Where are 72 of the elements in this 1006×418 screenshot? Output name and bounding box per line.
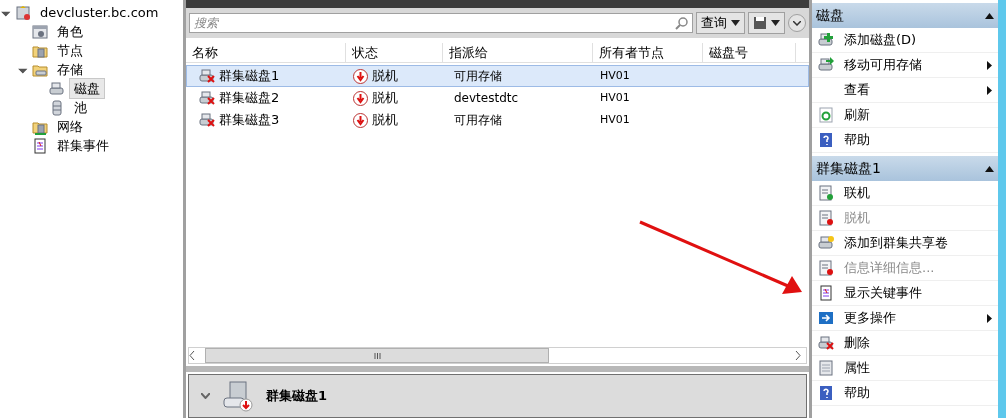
- caret-icon: [771, 20, 780, 26]
- log-icon: [32, 137, 48, 154]
- action-item[interactable]: 添加到群集共享卷: [812, 231, 998, 256]
- table-cell-text: HV01: [599, 89, 631, 106]
- action-item[interactable]: 更多操作: [812, 306, 998, 331]
- column-header[interactable]: 名称: [186, 43, 346, 62]
- document-icon: [818, 185, 834, 201]
- save-button[interactable]: [748, 12, 785, 34]
- table-cell-text: 群集磁盘3: [219, 111, 280, 130]
- collapse-icon[interactable]: [985, 165, 994, 172]
- table-cell-text: devtestdtc: [453, 90, 520, 107]
- database-icon: [49, 99, 65, 116]
- table-row[interactable]: 群集磁盘1 脱机 可用存储 HV01: [186, 65, 809, 87]
- window-icon: [32, 23, 48, 40]
- help-icon: [818, 132, 834, 148]
- expand-button[interactable]: [788, 14, 806, 32]
- disk-delete-icon: [818, 335, 834, 351]
- offline-icon: [353, 68, 368, 84]
- column-header[interactable]: 磁盘号: [703, 43, 796, 62]
- search-field[interactable]: 搜索: [189, 13, 693, 33]
- tree-item[interactable]: 磁盘: [69, 77, 105, 100]
- section-header[interactable]: 群集磁盘1: [812, 156, 998, 181]
- table-row[interactable]: 群集磁盘3 脱机 可用存储 HV01: [186, 109, 809, 131]
- scroll-left-icon[interactable]: [189, 351, 195, 360]
- action-item[interactable]: 帮助: [812, 128, 998, 153]
- query-button[interactable]: 查询: [696, 12, 745, 34]
- chevron-icon[interactable]: [201, 393, 210, 399]
- help-icon: [818, 385, 834, 401]
- table-cell-text: 脱机: [372, 111, 398, 130]
- action-item[interactable]: 联机: [812, 181, 998, 206]
- offline-icon: [353, 90, 368, 106]
- server-disk-icon: [222, 380, 254, 412]
- column-header[interactable]: 所有者节点: [593, 43, 703, 62]
- offline-icon: [353, 112, 368, 128]
- section-header[interactable]: 磁盘: [812, 3, 998, 28]
- detail-title: 群集磁盘1: [266, 387, 328, 406]
- disk-plus-icon: [818, 32, 834, 48]
- disk-star-icon: [818, 235, 834, 251]
- action-item[interactable]: 添加磁盘(D): [812, 28, 998, 53]
- action-item[interactable]: 帮助: [812, 381, 998, 406]
- table-cell-text: HV01: [599, 111, 631, 128]
- document-icon: [818, 210, 834, 226]
- action-item[interactable]: 移动可用存储: [812, 53, 998, 78]
- table-cell-text: 可用存储: [453, 112, 503, 129]
- action-item[interactable]: 刷新: [812, 103, 998, 128]
- horizontal-scrollbar[interactable]: [188, 347, 807, 364]
- document-icon: [818, 260, 834, 276]
- caret-icon: [731, 20, 740, 26]
- section-title: 磁盘: [816, 6, 844, 25]
- disk-arrow-icon: [818, 57, 834, 73]
- action-item[interactable]: 删除: [812, 331, 998, 356]
- column-header[interactable]: 指派给: [443, 43, 593, 62]
- refresh-icon: [818, 107, 834, 123]
- table-cell-text: 群集磁盘2: [219, 89, 280, 108]
- chevron-icon: [793, 20, 801, 26]
- table-cell-text: 脱机: [372, 89, 398, 108]
- scrollbar-thumb[interactable]: [205, 348, 549, 363]
- column-header[interactable]: 状态: [346, 43, 443, 62]
- table-cell-text: HV01: [599, 67, 631, 84]
- properties-icon: [818, 360, 834, 376]
- table-row[interactable]: 群集磁盘2 脱机 devtestdtc HV01: [186, 87, 809, 109]
- table-cell-text: 群集磁盘1: [219, 67, 280, 86]
- action-item[interactable]: 显示关键事件: [812, 281, 998, 306]
- table-cell-text: 可用存储: [453, 68, 503, 85]
- server-icon: [15, 4, 31, 21]
- table-cell-text: 脱机: [372, 67, 398, 86]
- section-title: 群集磁盘1: [816, 159, 881, 178]
- scroll-right-icon[interactable]: [795, 351, 801, 360]
- action-item[interactable]: 属性: [812, 356, 998, 381]
- search-icon[interactable]: [675, 16, 689, 30]
- collapse-icon[interactable]: [985, 12, 994, 19]
- log-icon: [818, 285, 834, 301]
